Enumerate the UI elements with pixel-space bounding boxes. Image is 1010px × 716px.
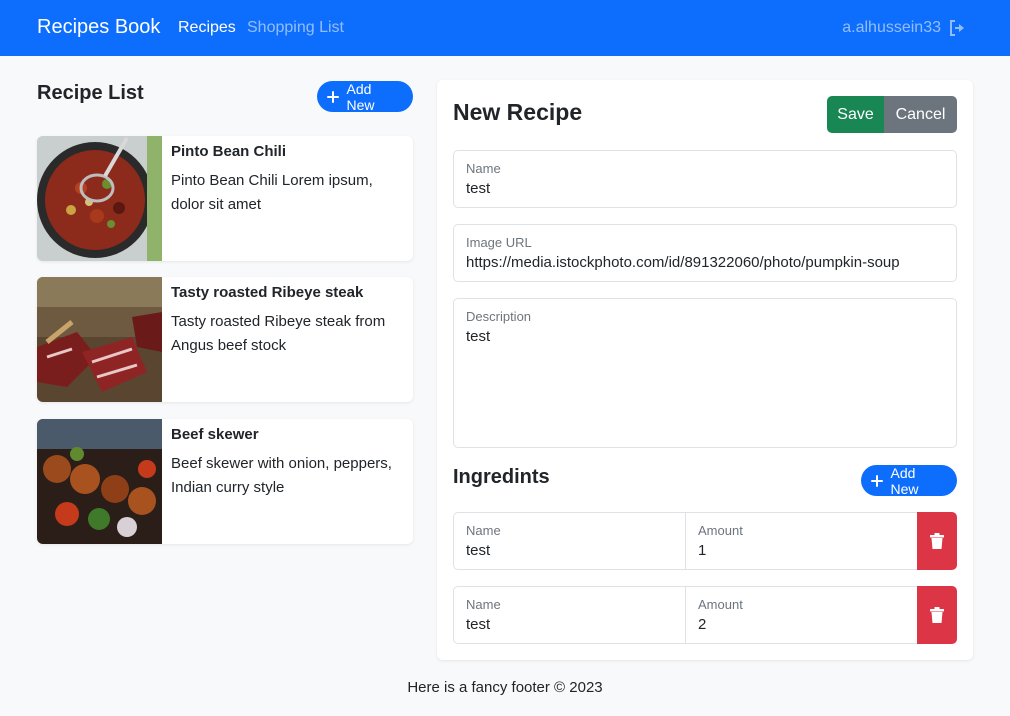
recipe-image-steak <box>37 277 162 402</box>
delete-ingredient-button[interactable] <box>917 512 957 570</box>
add-recipe-button[interactable]: Add New <box>317 80 413 113</box>
ingredient-row: Name test Amount 1 <box>453 512 957 570</box>
ingredient-amount-value: 2 <box>698 616 707 633</box>
recipe-name: Beef skewer <box>171 426 259 443</box>
recipe-image-skewer <box>37 419 162 544</box>
nav-link-recipes[interactable]: Recipes <box>178 19 236 37</box>
name-field-label: Name <box>466 161 501 176</box>
brand-title[interactable]: Recipes Book <box>37 16 160 39</box>
ingredient-name-label: Name <box>466 523 501 538</box>
ingredient-amount-field[interactable]: Amount 2 <box>685 586 918 644</box>
ingredient-amount-label: Amount <box>698 597 743 612</box>
add-ingredient-button[interactable]: Add New <box>861 464 957 497</box>
ingredient-amount-label: Amount <box>698 523 743 538</box>
ingredient-name-value: test <box>466 616 491 633</box>
plus-icon <box>327 90 339 103</box>
nav-link-shopping-list[interactable]: Shopping List <box>247 19 344 37</box>
add-recipe-label: Add New <box>346 80 375 113</box>
recipe-name: Tasty roasted Ribeye steak <box>171 284 364 301</box>
image-url-field-label: Image URL <box>466 235 532 250</box>
ingredient-amount-value: 1 <box>698 542 707 559</box>
form-actions: Save Cancel <box>827 96 957 133</box>
footer: Here is a fancy footer © 2023 <box>407 679 603 696</box>
name-field[interactable]: Name test <box>453 150 957 208</box>
recipe-card[interactable]: Beef skewer Beef skewer with onion, pepp… <box>37 419 413 544</box>
description-field-label: Description <box>466 309 532 324</box>
recipe-image-chili <box>37 136 162 261</box>
image-url-field-value: https://media.istockphoto.com/id/8913220… <box>466 254 900 271</box>
navbar: Recipes Book Recipes Shopping List a.alh… <box>0 0 1010 56</box>
recipe-description: Beef skewer with onion, peppers, Indian … <box>171 455 392 496</box>
user-name-label: a.alhussein33 <box>842 19 941 36</box>
ingredient-name-value: test <box>466 542 491 559</box>
trash-icon <box>930 533 944 549</box>
ingredients-title: Ingredints <box>453 466 550 488</box>
description-field[interactable]: Description test <box>453 298 957 448</box>
ingredient-name-field[interactable]: Name test <box>453 512 686 570</box>
image-url-field[interactable]: Image URL https://media.istockphoto.com/… <box>453 224 957 282</box>
logout-icon[interactable] <box>948 19 966 37</box>
recipe-description: Tasty roasted Ribeye steak from Angus be… <box>171 313 386 354</box>
recipe-list-title: Recipe List <box>37 82 144 104</box>
save-button[interactable]: Save <box>827 96 884 133</box>
ingredient-name-label: Name <box>466 597 501 612</box>
panel-title: New Recipe <box>453 99 583 125</box>
recipe-name: Pinto Bean Chili <box>171 143 287 160</box>
user-name[interactable]: a.alhussein33 <box>842 19 941 37</box>
ingredient-name-field[interactable]: Name test <box>453 586 686 644</box>
new-recipe-panel: New Recipe Save Cancel Name test Image U… <box>437 80 973 660</box>
recipe-card[interactable]: Pinto Bean Chili Pinto Bean Chili Lorem … <box>37 136 413 261</box>
trash-icon <box>930 607 944 623</box>
plus-icon <box>871 474 883 487</box>
cancel-button[interactable]: Cancel <box>884 96 957 133</box>
delete-ingredient-button[interactable] <box>917 586 957 644</box>
add-ingredient-label: Add New <box>890 464 919 497</box>
ingredient-row: Name test Amount 2 <box>453 586 957 644</box>
ingredient-amount-field[interactable]: Amount 1 <box>685 512 918 570</box>
description-field-value: test <box>466 328 491 345</box>
recipe-card[interactable]: Tasty roasted Ribeye steak Tasty roasted… <box>37 277 413 402</box>
name-field-value: test <box>466 180 491 197</box>
recipe-description: Pinto Bean Chili Lorem ipsum, dolor sit … <box>171 172 373 213</box>
